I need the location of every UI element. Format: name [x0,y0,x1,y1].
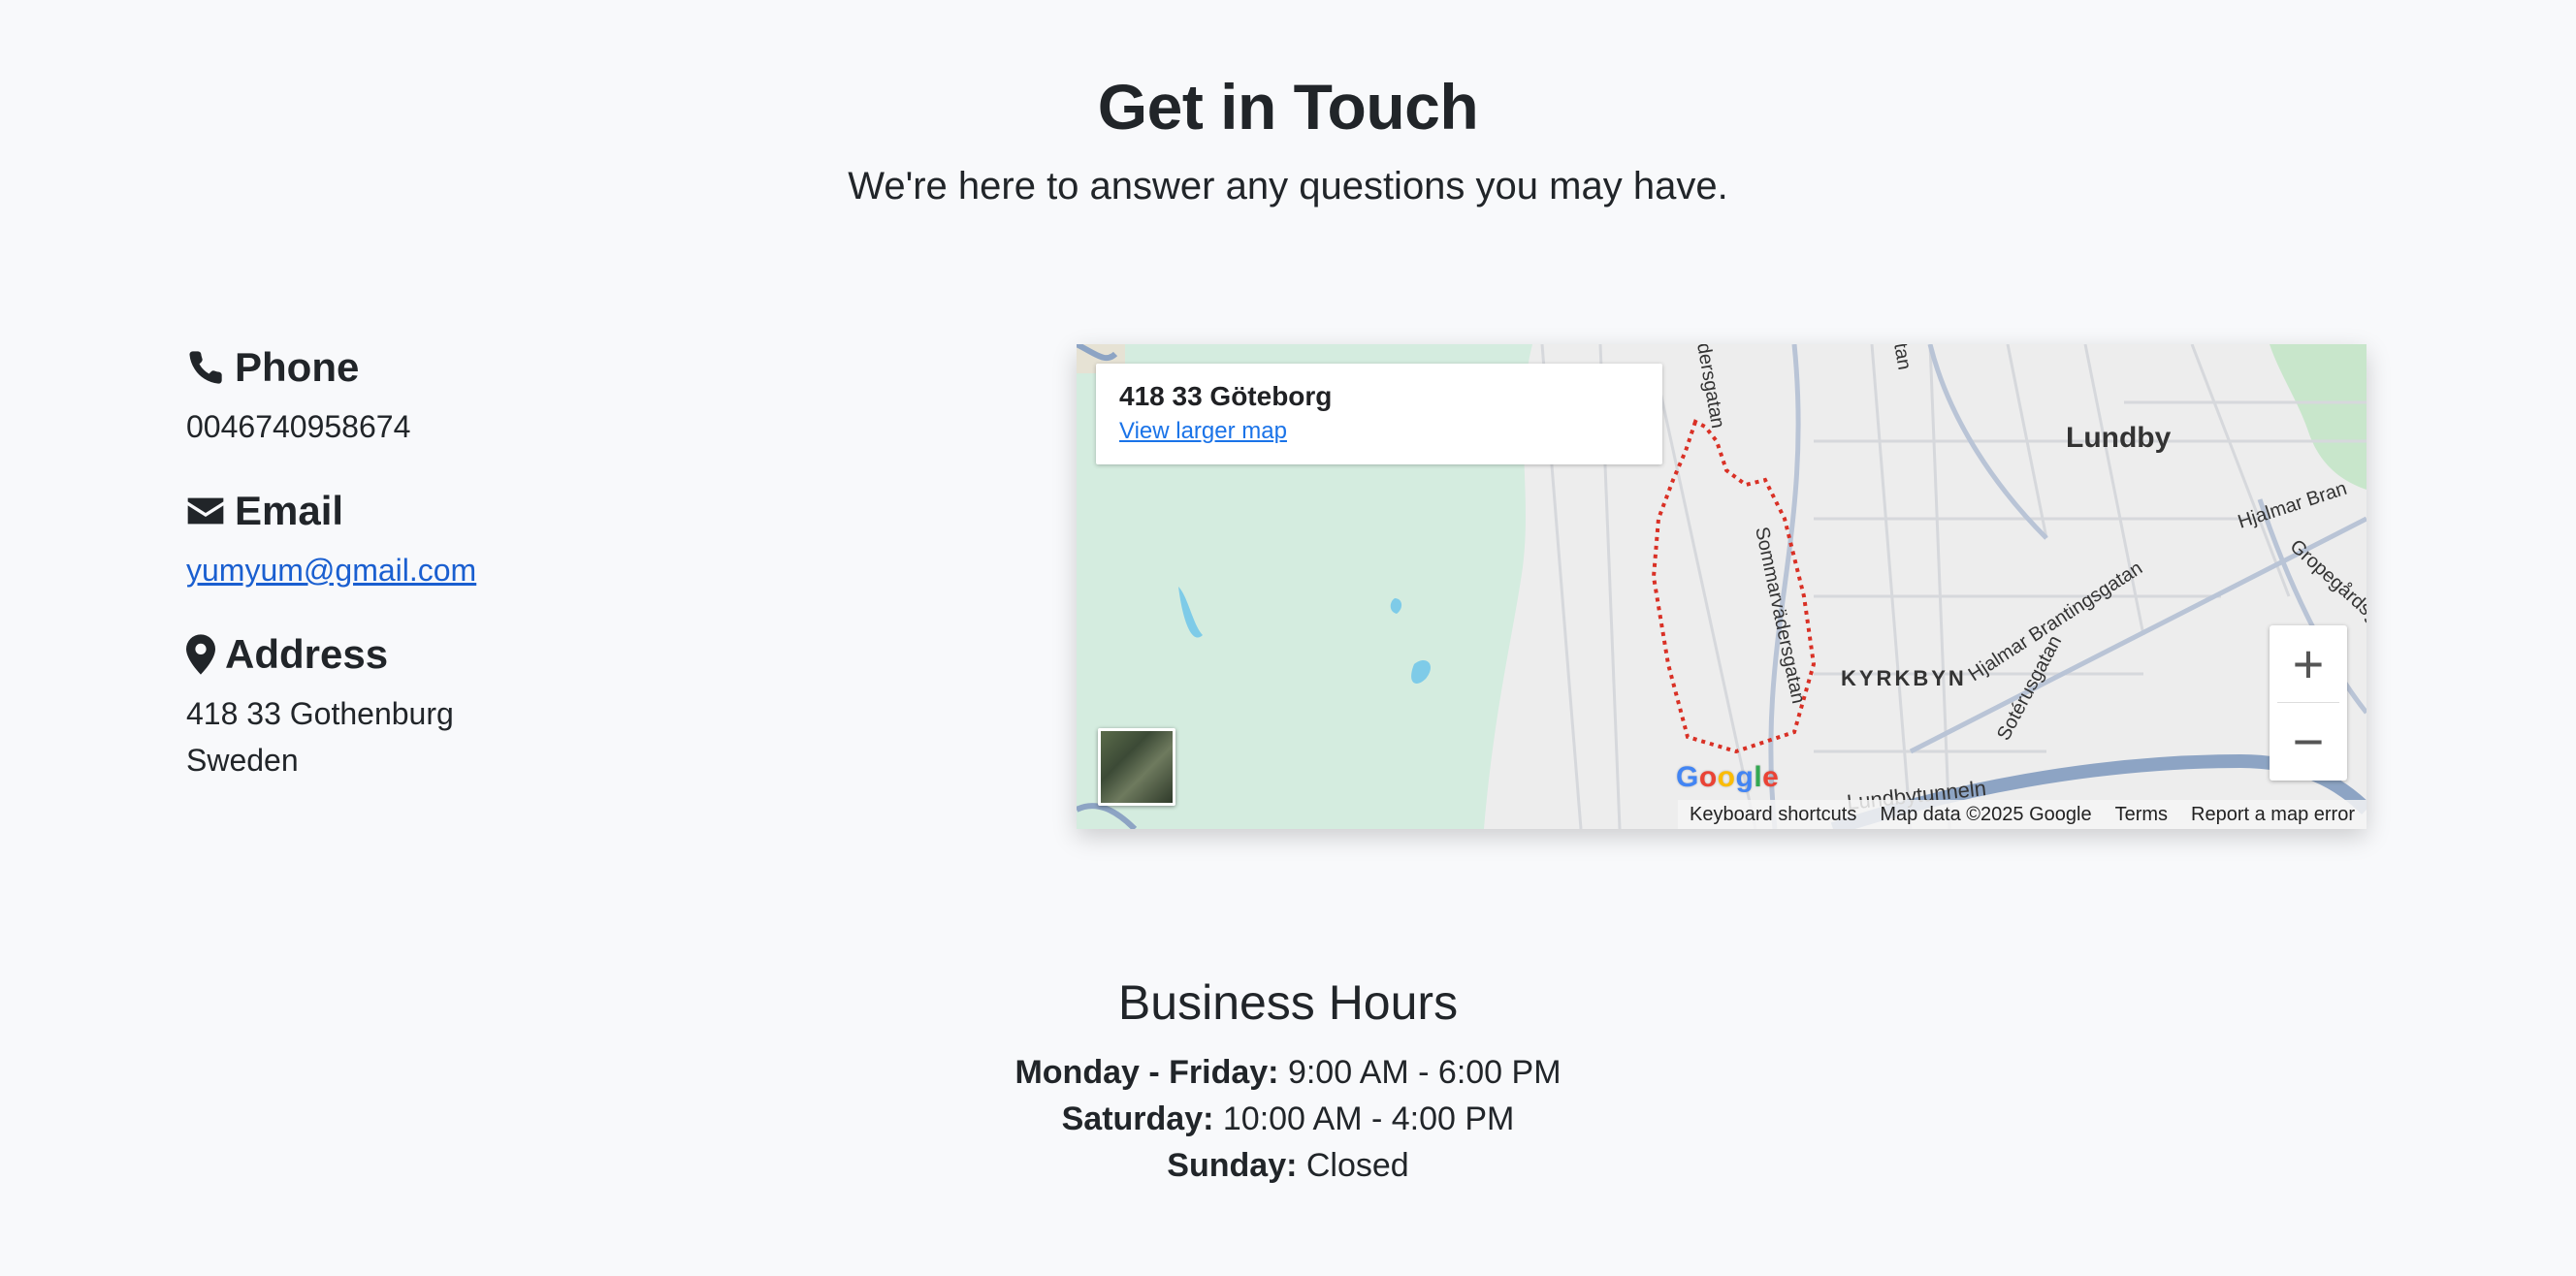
map-attribution-bar: Keyboard shortcuts Map data ©2025 Google… [1678,800,2367,829]
hours-time: Closed [1297,1147,1409,1184]
phone-label: Phone [235,344,360,390]
hours-day: Monday - Friday: [1014,1054,1279,1091]
address-block: Address 418 33 Gothenburg Sweden [186,626,476,783]
map-label-lundby: Lundby [2066,422,2172,454]
map-data-text: Map data ©2025 Google [1880,803,2092,825]
phone-heading: Phone [186,339,476,396]
hours-row: Saturday: 10:00 AM - 4:00 PM [0,1096,2576,1142]
map-zoom-controls: + − [2270,625,2347,781]
page-title: Get in Touch [1097,71,1479,143]
business-hours-list: Monday - Friday: 9:00 AM - 6:00 PM Satur… [0,1049,2576,1189]
hours-day: Saturday: [1061,1101,1214,1137]
address-line2: Sweden [186,743,299,778]
hours-time: 9:00 AM - 6:00 PM [1278,1054,1562,1091]
zoom-in-button[interactable]: + [2270,625,2347,703]
email-block: Email yumyum@gmail.com [186,483,476,593]
map-place-card: 418 33 Göteborg View larger map [1096,364,1662,464]
phone-block: Phone 0046740958674 [186,339,476,450]
zoom-divider [2277,702,2339,703]
keyboard-shortcuts-link[interactable]: Keyboard shortcuts [1678,804,1868,826]
contact-info: Phone 0046740958674 Email yumyum@gmail.c… [186,339,476,816]
address-heading: Address [186,626,476,683]
email-link[interactable]: yumyum@gmail.com [186,547,476,593]
hours-time: 10:00 AM - 4:00 PM [1213,1101,1515,1137]
hours-day: Sunday: [1167,1147,1298,1184]
terms-link[interactable]: Terms [2104,804,2179,826]
hours-row: Monday - Friday: 9:00 AM - 6:00 PM [0,1049,2576,1096]
phone-value: 0046740958674 [186,409,411,444]
hours-row: Sunday: Closed [0,1142,2576,1189]
zoom-out-button[interactable]: − [2270,703,2347,781]
map-marker-icon [186,634,215,675]
envelope-icon [186,494,225,527]
satellite-view-toggle[interactable] [1098,728,1175,806]
map-label-kyrkbyn: KYRKBYN [1841,666,1967,690]
report-map-error-link[interactable]: Report a map error [2179,804,2367,826]
email-heading: Email [186,483,476,539]
map-place-name: 418 33 Göteborg [1119,381,1333,411]
email-label: Email [235,488,344,533]
address-line1: 418 33 Gothenburg [186,696,454,731]
business-hours-title: Business Hours [1117,975,1459,1030]
view-larger-map-link[interactable]: View larger map [1119,418,1639,445]
page-subtitle: We're here to answer any questions you m… [848,165,1728,207]
google-logo: Google [1676,761,1780,793]
embedded-map[interactable]: Lundby KYRKBYN Sommarvädersgatan Hjalmar… [1077,344,2367,829]
address-label: Address [225,631,389,677]
phone-icon [186,348,225,387]
